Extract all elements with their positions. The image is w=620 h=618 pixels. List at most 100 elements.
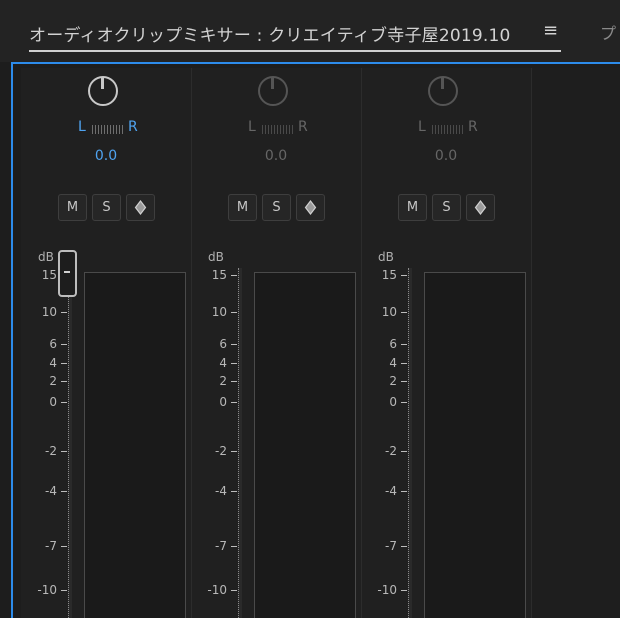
level-meter xyxy=(84,272,186,618)
db-tick-label: -2 xyxy=(45,444,57,458)
solo-button[interactable]: S xyxy=(262,194,291,221)
record-button[interactable] xyxy=(126,194,155,221)
db-tick-label: 6 xyxy=(389,337,397,351)
panel-header: オーディオクリップミキサー : クリエイティブ寺子屋2019.10 ≡ プ xyxy=(0,0,620,62)
db-tick-label: 6 xyxy=(219,337,227,351)
db-tick-label: 0 xyxy=(389,395,397,409)
db-tick-mark xyxy=(61,451,67,452)
db-scale: 15 10 6 4 2 0 -2 -4 -7 -10 xyxy=(191,68,251,618)
db-tick-mark xyxy=(401,344,407,345)
db-tick-label: 15 xyxy=(41,268,57,282)
db-tick-mark xyxy=(401,275,407,276)
pan-value[interactable]: 0.0 xyxy=(81,148,131,164)
level-meter xyxy=(424,272,526,618)
db-tick-label: 6 xyxy=(49,337,57,351)
db-tick-mark xyxy=(61,491,67,492)
panel-title: オーディオクリップミキサー : クリエイティブ寺子屋2019.10 xyxy=(29,26,511,46)
db-tick-mark xyxy=(61,344,67,345)
record-button[interactable] xyxy=(296,194,325,221)
channel-strip-3: L R 0.0 M S dB 15 10 6 4 2 0 -2 -4 -7 -10 xyxy=(361,68,531,618)
db-tick-mark xyxy=(61,546,67,547)
db-tick-label: -7 xyxy=(385,539,397,553)
pan-scale-ticks xyxy=(262,125,294,134)
db-tick-mark xyxy=(231,451,237,452)
empty-mixer-area xyxy=(532,68,620,618)
db-tick-mark xyxy=(61,590,67,591)
db-tick-label: -4 xyxy=(215,484,227,498)
db-tick-mark xyxy=(231,363,237,364)
db-tick-label: -7 xyxy=(45,539,57,553)
db-tick-label: 15 xyxy=(381,268,397,282)
db-tick-label: -10 xyxy=(207,583,227,597)
volume-fader-handle[interactable] xyxy=(58,250,77,297)
db-tick-label: 4 xyxy=(49,356,57,370)
db-tick-label: -2 xyxy=(215,444,227,458)
db-tick-label: 4 xyxy=(219,356,227,370)
db-tick-mark xyxy=(231,381,237,382)
db-scale: 15 10 6 4 2 0 -2 -4 -7 -10 xyxy=(21,68,81,618)
pan-lr-indicator: L R xyxy=(78,119,138,137)
volume-fader-track[interactable] xyxy=(408,268,412,618)
pan-scale-ticks xyxy=(92,125,124,134)
pan-scale-ticks xyxy=(432,125,464,134)
db-tick-label: 0 xyxy=(219,395,227,409)
db-tick-mark xyxy=(231,344,237,345)
solo-button[interactable]: S xyxy=(92,194,121,221)
db-tick-label: 0 xyxy=(49,395,57,409)
pan-value[interactable]: 0.0 xyxy=(421,148,471,164)
db-tick-mark xyxy=(231,402,237,403)
db-tick-mark xyxy=(231,491,237,492)
db-tick-label: -7 xyxy=(215,539,227,553)
db-tick-label: 10 xyxy=(41,305,57,319)
db-tick-mark xyxy=(61,402,67,403)
record-button[interactable] xyxy=(466,194,495,221)
db-tick-mark xyxy=(231,590,237,591)
volume-fader-track[interactable] xyxy=(68,268,72,618)
db-tick-label: 10 xyxy=(381,305,397,319)
channel-strip-2: L R 0.0 M S dB 15 10 6 4 2 0 -2 -4 -7 -10 xyxy=(191,68,361,618)
active-tab-underline xyxy=(29,50,561,52)
volume-fader-track[interactable] xyxy=(238,268,242,618)
record-diamond-icon xyxy=(134,200,147,215)
db-tick-label: 10 xyxy=(211,305,227,319)
pan-lr-indicator: L R xyxy=(418,119,478,137)
pan-lr-indicator: L R xyxy=(248,119,308,137)
db-tick-mark xyxy=(401,491,407,492)
db-tick-mark xyxy=(401,381,407,382)
level-meter xyxy=(254,272,356,618)
solo-button[interactable]: S xyxy=(432,194,461,221)
db-tick-label: 15 xyxy=(211,268,227,282)
db-tick-label: 4 xyxy=(389,356,397,370)
db-tick-mark xyxy=(61,381,67,382)
pan-value[interactable]: 0.0 xyxy=(251,148,301,164)
channel-strip-1: L R 0.0 M S dB 15 10 6 4 2 0 -2 -4 -7 -10 xyxy=(21,68,191,618)
pan-knob[interactable] xyxy=(428,76,458,106)
next-panel-tab[interactable]: プ xyxy=(600,20,616,44)
db-tick-mark xyxy=(401,402,407,403)
db-tick-label: -4 xyxy=(45,484,57,498)
db-tick-label: 2 xyxy=(219,374,227,388)
db-tick-label: 2 xyxy=(49,374,57,388)
right-label: R xyxy=(128,119,138,135)
record-diamond-icon xyxy=(474,200,487,215)
right-label: R xyxy=(298,119,308,135)
db-tick-label: -2 xyxy=(385,444,397,458)
hamburger-menu-icon[interactable]: ≡ xyxy=(543,20,558,41)
channel-divider xyxy=(531,68,532,618)
pan-knob[interactable] xyxy=(88,76,118,106)
db-tick-mark xyxy=(231,312,237,313)
db-tick-label: 2 xyxy=(389,374,397,388)
db-tick-mark xyxy=(401,590,407,591)
pan-knob[interactable] xyxy=(258,76,288,106)
db-tick-mark xyxy=(61,312,67,313)
right-label: R xyxy=(468,119,478,135)
db-scale: 15 10 6 4 2 0 -2 -4 -7 -10 xyxy=(361,68,421,618)
db-tick-label: -4 xyxy=(385,484,397,498)
db-tick-label: -10 xyxy=(37,583,57,597)
db-tick-mark xyxy=(401,451,407,452)
db-tick-mark xyxy=(401,312,407,313)
db-tick-mark xyxy=(401,363,407,364)
db-tick-mark xyxy=(231,546,237,547)
db-tick-mark xyxy=(231,275,237,276)
db-tick-mark xyxy=(61,363,67,364)
